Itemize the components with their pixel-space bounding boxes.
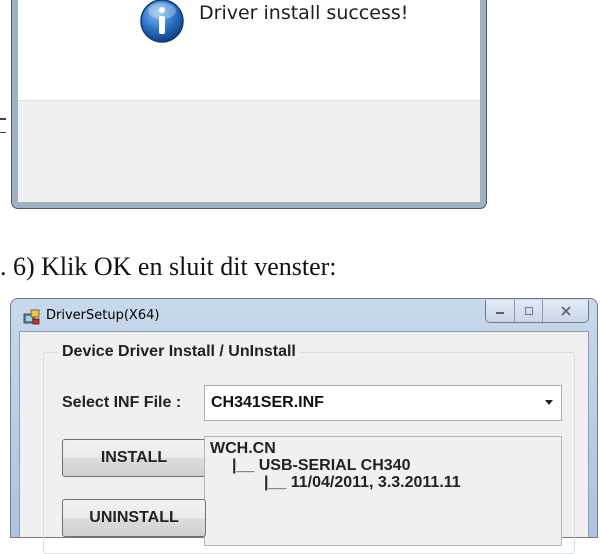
driver-info-box: WCH.CN |__ USB-SERIAL CH340 |__ 11/04/20…	[204, 436, 562, 546]
uninstall-button[interactable]: UNINSTALL	[62, 499, 206, 537]
maximize-icon[interactable]	[514, 300, 542, 322]
group-title: Device Driver Install / UnInstall	[58, 343, 300, 361]
dropdown-arrow-icon[interactable]	[545, 400, 553, 405]
driver-info-line: |__ 11/04/2011, 3.3.2011.11	[264, 474, 461, 491]
minimize-icon[interactable]	[486, 300, 514, 322]
info-icon	[139, 0, 185, 44]
background-edge-mark	[0, 118, 6, 120]
window-client-area: Device Driver Install / UnInstall Select…	[19, 331, 589, 554]
message-text: Driver install success!	[199, 2, 409, 24]
background-edge-mark	[0, 132, 6, 133]
select-inf-label: Select INF File :	[62, 394, 182, 411]
driver-info-line: |__ USB-SERIAL CH340	[232, 457, 411, 474]
title-bar[interactable]: DriverSetup(X64)	[11, 299, 597, 331]
message-box: Driver install success! OK	[12, 0, 486, 208]
driver-groupbox: Device Driver Install / UnInstall Select…	[43, 343, 575, 554]
instruction-text: . 6) Klik OK en sluit dit venster:	[0, 252, 337, 281]
message-content: Driver install success!	[18, 0, 480, 100]
install-button[interactable]: INSTALL	[62, 439, 206, 477]
window-controls	[485, 300, 589, 323]
driver-setup-window: DriverSetup(X64) Device Driver Install /…	[10, 298, 598, 554]
window-title: DriverSetup(X64)	[46, 308, 160, 323]
app-icon	[23, 308, 41, 326]
driver-info-line: WCH.CN	[210, 440, 276, 457]
inf-file-select[interactable]: CH341SER.INF	[204, 385, 562, 421]
close-icon[interactable]	[542, 300, 588, 322]
message-footer: OK	[18, 100, 480, 202]
inf-file-value: CH341SER.INF	[211, 394, 324, 411]
